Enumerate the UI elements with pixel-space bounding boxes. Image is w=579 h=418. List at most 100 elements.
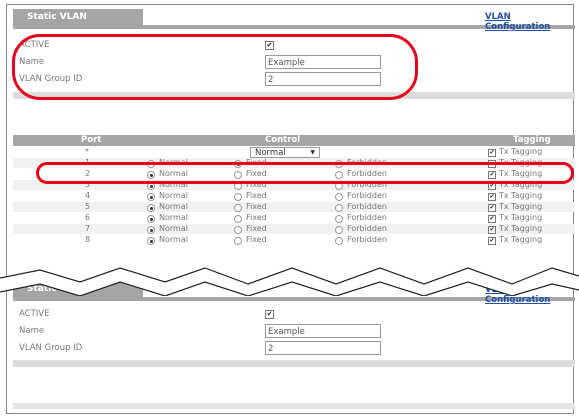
active-row: ACTIVE ✔: [13, 37, 575, 54]
vlan-configuration-link[interactable]: VLAN Configuration: [485, 12, 573, 32]
radio-fixed[interactable]: [234, 182, 242, 190]
radio-fixed[interactable]: [234, 193, 242, 201]
port-row: 2 Normal Fixed Forbidden ✔ Tx Tagging: [13, 169, 575, 179]
radio-label-normal: Normal: [159, 158, 188, 167]
port-number: 7: [85, 224, 91, 233]
name-row: Name Example: [13, 54, 575, 71]
port-row: 6 Normal Fixed Forbidden ✔ Tx Tagging: [13, 213, 575, 223]
tx-tagging-label: Tx Tagging: [499, 235, 543, 244]
port-column-header: Port: [81, 135, 102, 145]
radio-fixed[interactable]: [234, 215, 242, 223]
radio-forbidden[interactable]: [335, 215, 343, 223]
tx-tagging-checkbox[interactable]: ✔: [488, 171, 496, 179]
vlan-group-id-input-repeat[interactable]: 2: [265, 341, 381, 355]
chevron-down-icon: ▼: [310, 149, 315, 156]
tx-tagging-label: Tx Tagging: [499, 202, 543, 211]
section-tab-static-vlan: Static VLAN: [13, 9, 143, 25]
radio-label-forbidden: Forbidden: [347, 191, 387, 200]
tx-tagging-checkbox[interactable]: [488, 160, 496, 168]
tx-tagging-label: Tx Tagging: [499, 224, 543, 233]
port-table-header: Port Control Tagging: [13, 135, 575, 146]
radio-normal[interactable]: [147, 160, 155, 168]
radio-fixed[interactable]: [234, 204, 242, 212]
tx-tagging-label: Tx Tagging: [499, 169, 543, 178]
port-row: 3 Normal Fixed Forbidden ✔ Tx Tagging: [13, 180, 575, 190]
control-all-select-value: Normal: [255, 148, 286, 158]
radio-label-fixed: Fixed: [246, 213, 267, 222]
radio-label-normal: Normal: [159, 202, 188, 211]
port-number: 6: [85, 213, 91, 222]
radio-label-forbidden: Forbidden: [347, 235, 387, 244]
tx-tagging-label: Tx Tagging: [499, 158, 543, 167]
radio-label-normal: Normal: [159, 180, 188, 189]
panel-footer-strip: [13, 92, 575, 99]
radio-label-fixed: Fixed: [246, 191, 267, 200]
radio-forbidden[interactable]: [335, 171, 343, 179]
port-row: 1 Normal Fixed Forbidden Tx Tagging: [13, 158, 575, 168]
radio-label-fixed: Fixed: [246, 158, 267, 167]
vlan-group-id-row-repeat: VLAN Group ID 2: [13, 340, 575, 357]
radio-label-normal: Normal: [159, 169, 188, 178]
tx-tagging-all-checkbox[interactable]: ✔: [488, 149, 496, 157]
name-row-repeat: Name Example: [13, 323, 575, 340]
tx-tagging-checkbox[interactable]: ✔: [488, 182, 496, 190]
radio-forbidden[interactable]: [335, 226, 343, 234]
vlan-group-id-label-repeat: VLAN Group ID: [19, 343, 83, 353]
port-row: 8 Normal Fixed Forbidden ✔ Tx Tagging: [13, 235, 575, 245]
radio-fixed[interactable]: [234, 171, 242, 179]
vlan-group-id-input[interactable]: 2: [265, 72, 381, 86]
radio-normal[interactable]: [147, 237, 155, 245]
radio-forbidden[interactable]: [335, 182, 343, 190]
name-input[interactable]: Example: [265, 55, 381, 69]
radio-label-forbidden: Forbidden: [347, 180, 387, 189]
radio-normal[interactable]: [147, 226, 155, 234]
active-row-repeat: ACTIVE ✔: [13, 306, 575, 323]
control-column-header: Control: [265, 135, 301, 145]
radio-normal[interactable]: [147, 193, 155, 201]
radio-forbidden[interactable]: [335, 204, 343, 212]
radio-fixed[interactable]: [234, 237, 242, 245]
all-ports-marker: *: [85, 147, 89, 156]
radio-label-normal: Normal: [159, 224, 188, 233]
radio-forbidden[interactable]: [335, 193, 343, 201]
tx-tagging-checkbox[interactable]: ✔: [488, 226, 496, 234]
port-row: 7 Normal Fixed Forbidden ✔ Tx Tagging: [13, 224, 575, 234]
radio-fixed[interactable]: [234, 160, 242, 168]
tx-tagging-checkbox[interactable]: ✔: [488, 215, 496, 223]
tx-tagging-label: Tx Tagging: [499, 180, 543, 189]
radio-forbidden[interactable]: [335, 237, 343, 245]
active-checkbox-repeat[interactable]: ✔: [265, 310, 274, 319]
radio-label-forbidden: Forbidden: [347, 202, 387, 211]
radio-normal[interactable]: [147, 215, 155, 223]
tagging-column-header: Tagging: [513, 135, 551, 145]
radio-forbidden[interactable]: [335, 160, 343, 168]
screenshot-frame: Static VLAN VLAN Configuration ACTIVE ✔ …: [6, 4, 575, 414]
radio-label-fixed: Fixed: [246, 235, 267, 244]
tx-tagging-label: Tx Tagging: [499, 191, 543, 200]
radio-fixed[interactable]: [234, 226, 242, 234]
port-row: 5 Normal Fixed Forbidden ✔ Tx Tagging: [13, 202, 575, 212]
port-number: 4: [85, 191, 91, 200]
tx-tagging-checkbox[interactable]: ✔: [488, 193, 496, 201]
tx-tagging-checkbox[interactable]: ✔: [488, 204, 496, 212]
tx-tagging-checkbox[interactable]: ✔: [488, 237, 496, 245]
page-break-cut: [0, 267, 579, 296]
port-number: 1: [85, 158, 91, 167]
radio-label-fixed: Fixed: [246, 180, 267, 189]
control-all-select[interactable]: Normal ▼: [250, 147, 320, 158]
active-label: ACTIVE: [19, 40, 50, 50]
radio-label-normal: Normal: [159, 235, 188, 244]
name-label-repeat: Name: [19, 326, 45, 336]
active-label-repeat: ACTIVE: [19, 309, 50, 319]
radio-normal[interactable]: [147, 171, 155, 179]
radio-normal[interactable]: [147, 204, 155, 212]
name-input-repeat[interactable]: Example: [265, 324, 381, 338]
active-checkbox[interactable]: ✔: [265, 41, 274, 50]
radio-label-forbidden: Forbidden: [347, 158, 387, 167]
radio-normal[interactable]: [147, 182, 155, 190]
page-break-fill: [0, 268, 579, 296]
port-number: 8: [85, 235, 91, 244]
name-label: Name: [19, 57, 45, 67]
vlan-group-id-label: VLAN Group ID: [19, 74, 83, 84]
section-title: Static VLAN: [27, 12, 87, 22]
